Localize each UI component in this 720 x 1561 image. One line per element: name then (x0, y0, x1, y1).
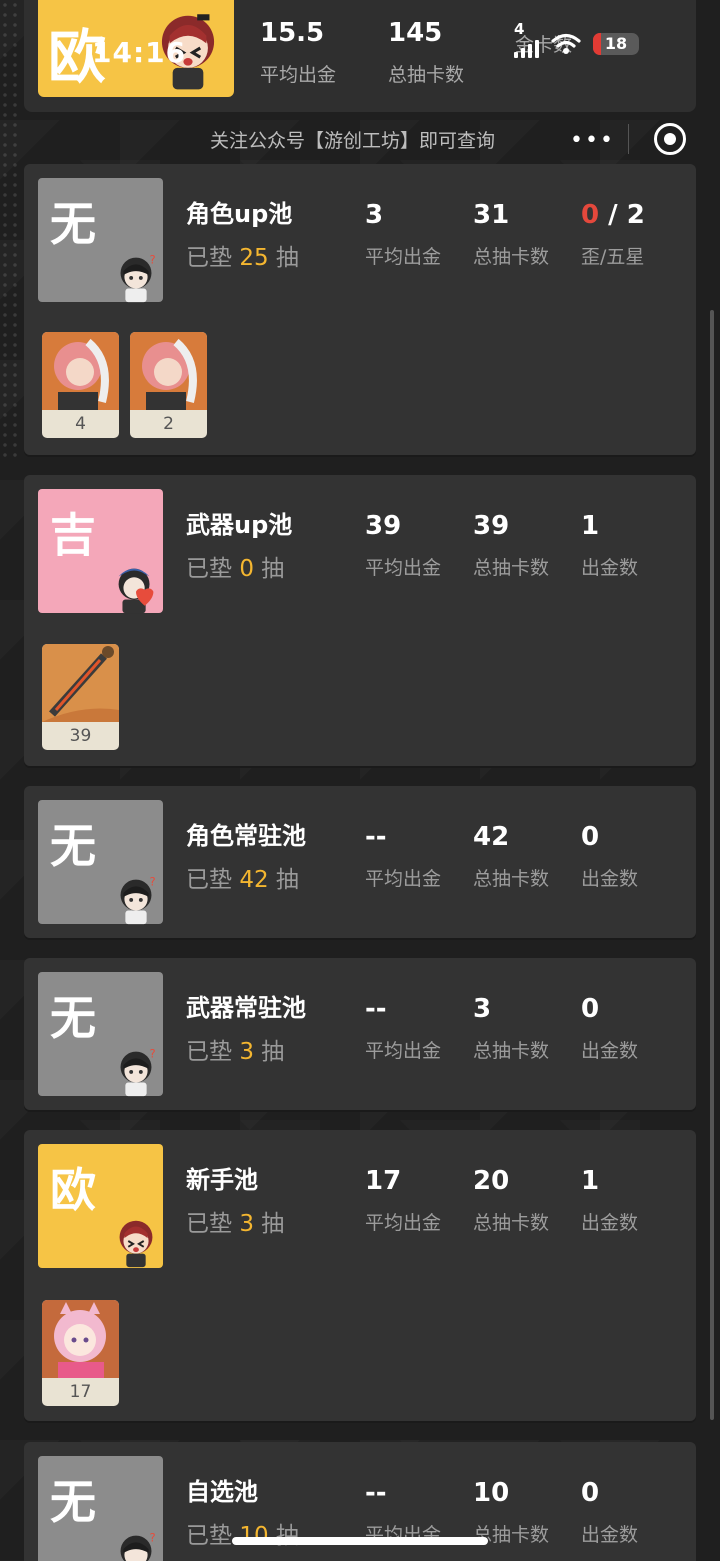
summary-stat-total: 145 总抽卡数 (388, 18, 465, 86)
stat-total: 42 总抽卡数 (473, 822, 550, 890)
pity-count: 已垫 3 抽 (186, 1211, 285, 1237)
more-options-icon[interactable]: ••• (570, 128, 615, 153)
stat-gold-count: 1 出金数 (581, 1166, 639, 1234)
grade-badge: 无 ? (38, 178, 163, 303)
pool-card-weapon-up[interactable]: 吉 武器up池 已垫 0 抽 39 平均出金 39 总抽卡数 1 出金数 39 (24, 475, 696, 766)
chibi-heart-avatar-icon (118, 568, 154, 614)
gold-pull-thumb[interactable]: 17 (42, 1300, 119, 1406)
pink-cat-girl-portrait (42, 1300, 119, 1378)
battery-icon: 18 (593, 33, 639, 55)
pool-card-character-standard[interactable]: 无 ? 角色常驻池 已垫 42 抽 -- 平均出金 42 总抽卡数 0 出金数 (24, 786, 696, 938)
summary-stat-avg: 15.5 平均出金 (260, 18, 337, 86)
pool-name: 角色up池 (186, 200, 293, 228)
pink-hair-character-portrait (42, 332, 119, 410)
stat-avg: 39 平均出金 (365, 511, 442, 579)
svg-text:?: ? (150, 252, 156, 266)
pool-name: 武器up池 (186, 511, 293, 539)
chibi-avatar-icon: ? (120, 874, 156, 925)
stat-avg: 3 平均出金 (365, 200, 442, 268)
stat-gold-count: 0 出金数 (581, 994, 639, 1062)
status-icons: 4 18 (514, 20, 639, 58)
stat-avg: 17 平均出金 (365, 1166, 442, 1234)
chibi-avatar-icon: ? (120, 252, 156, 303)
pool-name: 自选池 (186, 1478, 258, 1506)
notice-bar: 关注公众号【游创工坊】即可查询 ••• (24, 112, 696, 164)
pool-card-weapon-standard[interactable]: 无 ? 武器常驻池 已垫 3 抽 -- 平均出金 3 总抽卡数 0 出金数 (24, 958, 696, 1110)
stat-total: 3 总抽卡数 (473, 994, 550, 1062)
pity-count: 已垫 25 抽 (186, 245, 299, 271)
pool-name: 新手池 (186, 1166, 258, 1194)
stat-gold-count: 1 出金数 (581, 511, 639, 579)
close-program-icon[interactable] (654, 123, 686, 155)
chibi-avatar-icon: ? (120, 1530, 156, 1561)
weapon-sword-portrait (42, 644, 119, 722)
grade-badge: 欧 (38, 1144, 163, 1268)
stat-offrate: 0 / 2 歪/五星 (581, 200, 645, 268)
gold-pull-thumb[interactable]: 2 (130, 332, 207, 438)
svg-text:?: ? (150, 874, 156, 888)
gold-pull-thumb[interactable]: 4 (42, 332, 119, 438)
pool-card-character-up[interactable]: 无 ? 角色up池 已垫 25 抽 3 平均出金 31 总抽卡数 0 / 2 歪… (24, 164, 696, 455)
grade-badge: 无 ? (38, 800, 163, 925)
scrollbar[interactable] (710, 310, 714, 1420)
stat-total: 20 总抽卡数 (473, 1166, 550, 1234)
stat-gold-count: 0 出金数 (581, 822, 639, 890)
pity-count: 已垫 3 抽 (186, 1039, 285, 1065)
pity-count: 已垫 42 抽 (186, 867, 299, 893)
stat-avg: -- 平均出金 (365, 822, 442, 890)
wifi-icon (551, 33, 581, 54)
pity-count: 已垫 0 抽 (186, 556, 285, 582)
pool-name: 武器常驻池 (186, 994, 306, 1022)
mini-program-capsule: ••• (564, 114, 714, 164)
red-chibi-avatar-icon (119, 1220, 153, 1268)
svg-text:?: ? (150, 1530, 156, 1544)
stat-gold-count: 0 出金数 (581, 1478, 639, 1546)
gold-pull-thumb[interactable]: 39 (42, 644, 119, 750)
capsule-divider (628, 124, 629, 154)
background-dots (0, 0, 22, 460)
grade-badge: 无 ? (38, 972, 163, 1097)
pool-name: 角色常驻池 (186, 822, 306, 850)
status-time: 14:16 (92, 36, 187, 69)
pink-hair-character-portrait (130, 332, 207, 410)
grade-badge: 无 ? (38, 1456, 163, 1561)
svg-text:?: ? (150, 1046, 156, 1060)
pool-card-beginner[interactable]: 欧 新手池 已垫 3 抽 17 平均出金 20 总抽卡数 1 出金数 17 (24, 1130, 696, 1421)
home-indicator[interactable] (232, 1537, 488, 1545)
stat-total: 39 总抽卡数 (473, 511, 550, 579)
stat-total: 31 总抽卡数 (473, 200, 550, 268)
notice-text: 关注公众号【游创工坊】即可查询 (210, 130, 496, 152)
chibi-avatar-icon: ? (120, 1046, 156, 1097)
cellular-signal-icon: 4 (514, 20, 539, 58)
stat-avg: -- 平均出金 (365, 994, 442, 1062)
grade-badge: 吉 (38, 489, 163, 614)
